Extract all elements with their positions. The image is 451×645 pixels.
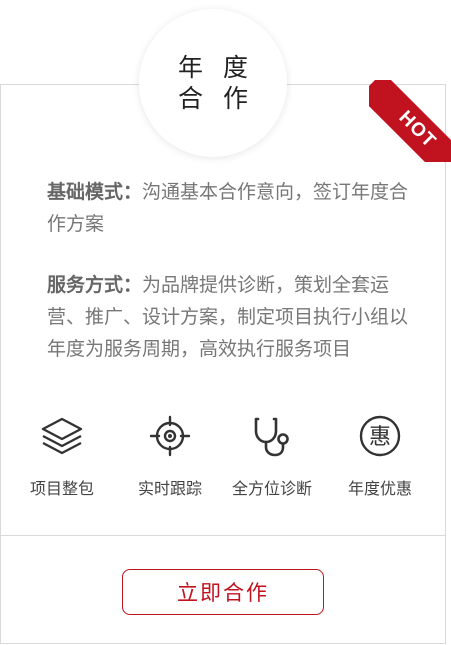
feature-label: 项目整包 bbox=[29, 479, 94, 498]
title-circle: 年 度 合 作 bbox=[139, 9, 287, 157]
feature-list: 项目整包 实时跟踪 全方位诊断 惠 年度优惠 bbox=[0, 413, 446, 513]
title-line-2: 合 作 bbox=[178, 84, 254, 113]
feature-item-package: 项目整包 bbox=[6, 413, 118, 499]
stethoscope-icon bbox=[254, 417, 289, 457]
title-line-1: 年 度 bbox=[178, 53, 254, 82]
basic-mode-label: 基础模式： bbox=[47, 181, 143, 203]
hui-discount-icon: 惠 bbox=[359, 415, 401, 457]
hot-ribbon: HOT bbox=[369, 80, 451, 162]
hot-badge-text: HOT bbox=[394, 106, 440, 153]
feature-label: 年度优惠 bbox=[347, 479, 412, 498]
feature-label: 实时跟踪 bbox=[137, 479, 202, 498]
service-mode-label: 服务方式： bbox=[47, 274, 143, 296]
feature-item-tracking: 实时跟踪 bbox=[114, 413, 226, 499]
layers-icon bbox=[41, 417, 83, 455]
basic-mode-description: 基础模式：沟通基本合作意向，签订年度合作方案 bbox=[47, 176, 417, 240]
feature-label: 全方位诊断 bbox=[231, 479, 312, 498]
hot-band: HOT bbox=[369, 80, 451, 162]
card-divider bbox=[0, 535, 446, 536]
cooperate-now-button[interactable]: 立即合作 bbox=[122, 569, 324, 615]
feature-item-diagnosis: 全方位诊断 bbox=[216, 413, 328, 499]
hui-glyph: 惠 bbox=[369, 425, 391, 450]
service-mode-description: 服务方式：为品牌提供诊断，策划全套运营、推广、设计方案，制定项目执行小组以年度为… bbox=[47, 269, 417, 365]
feature-item-discount: 惠 年度优惠 bbox=[324, 413, 436, 499]
target-icon bbox=[149, 415, 191, 457]
